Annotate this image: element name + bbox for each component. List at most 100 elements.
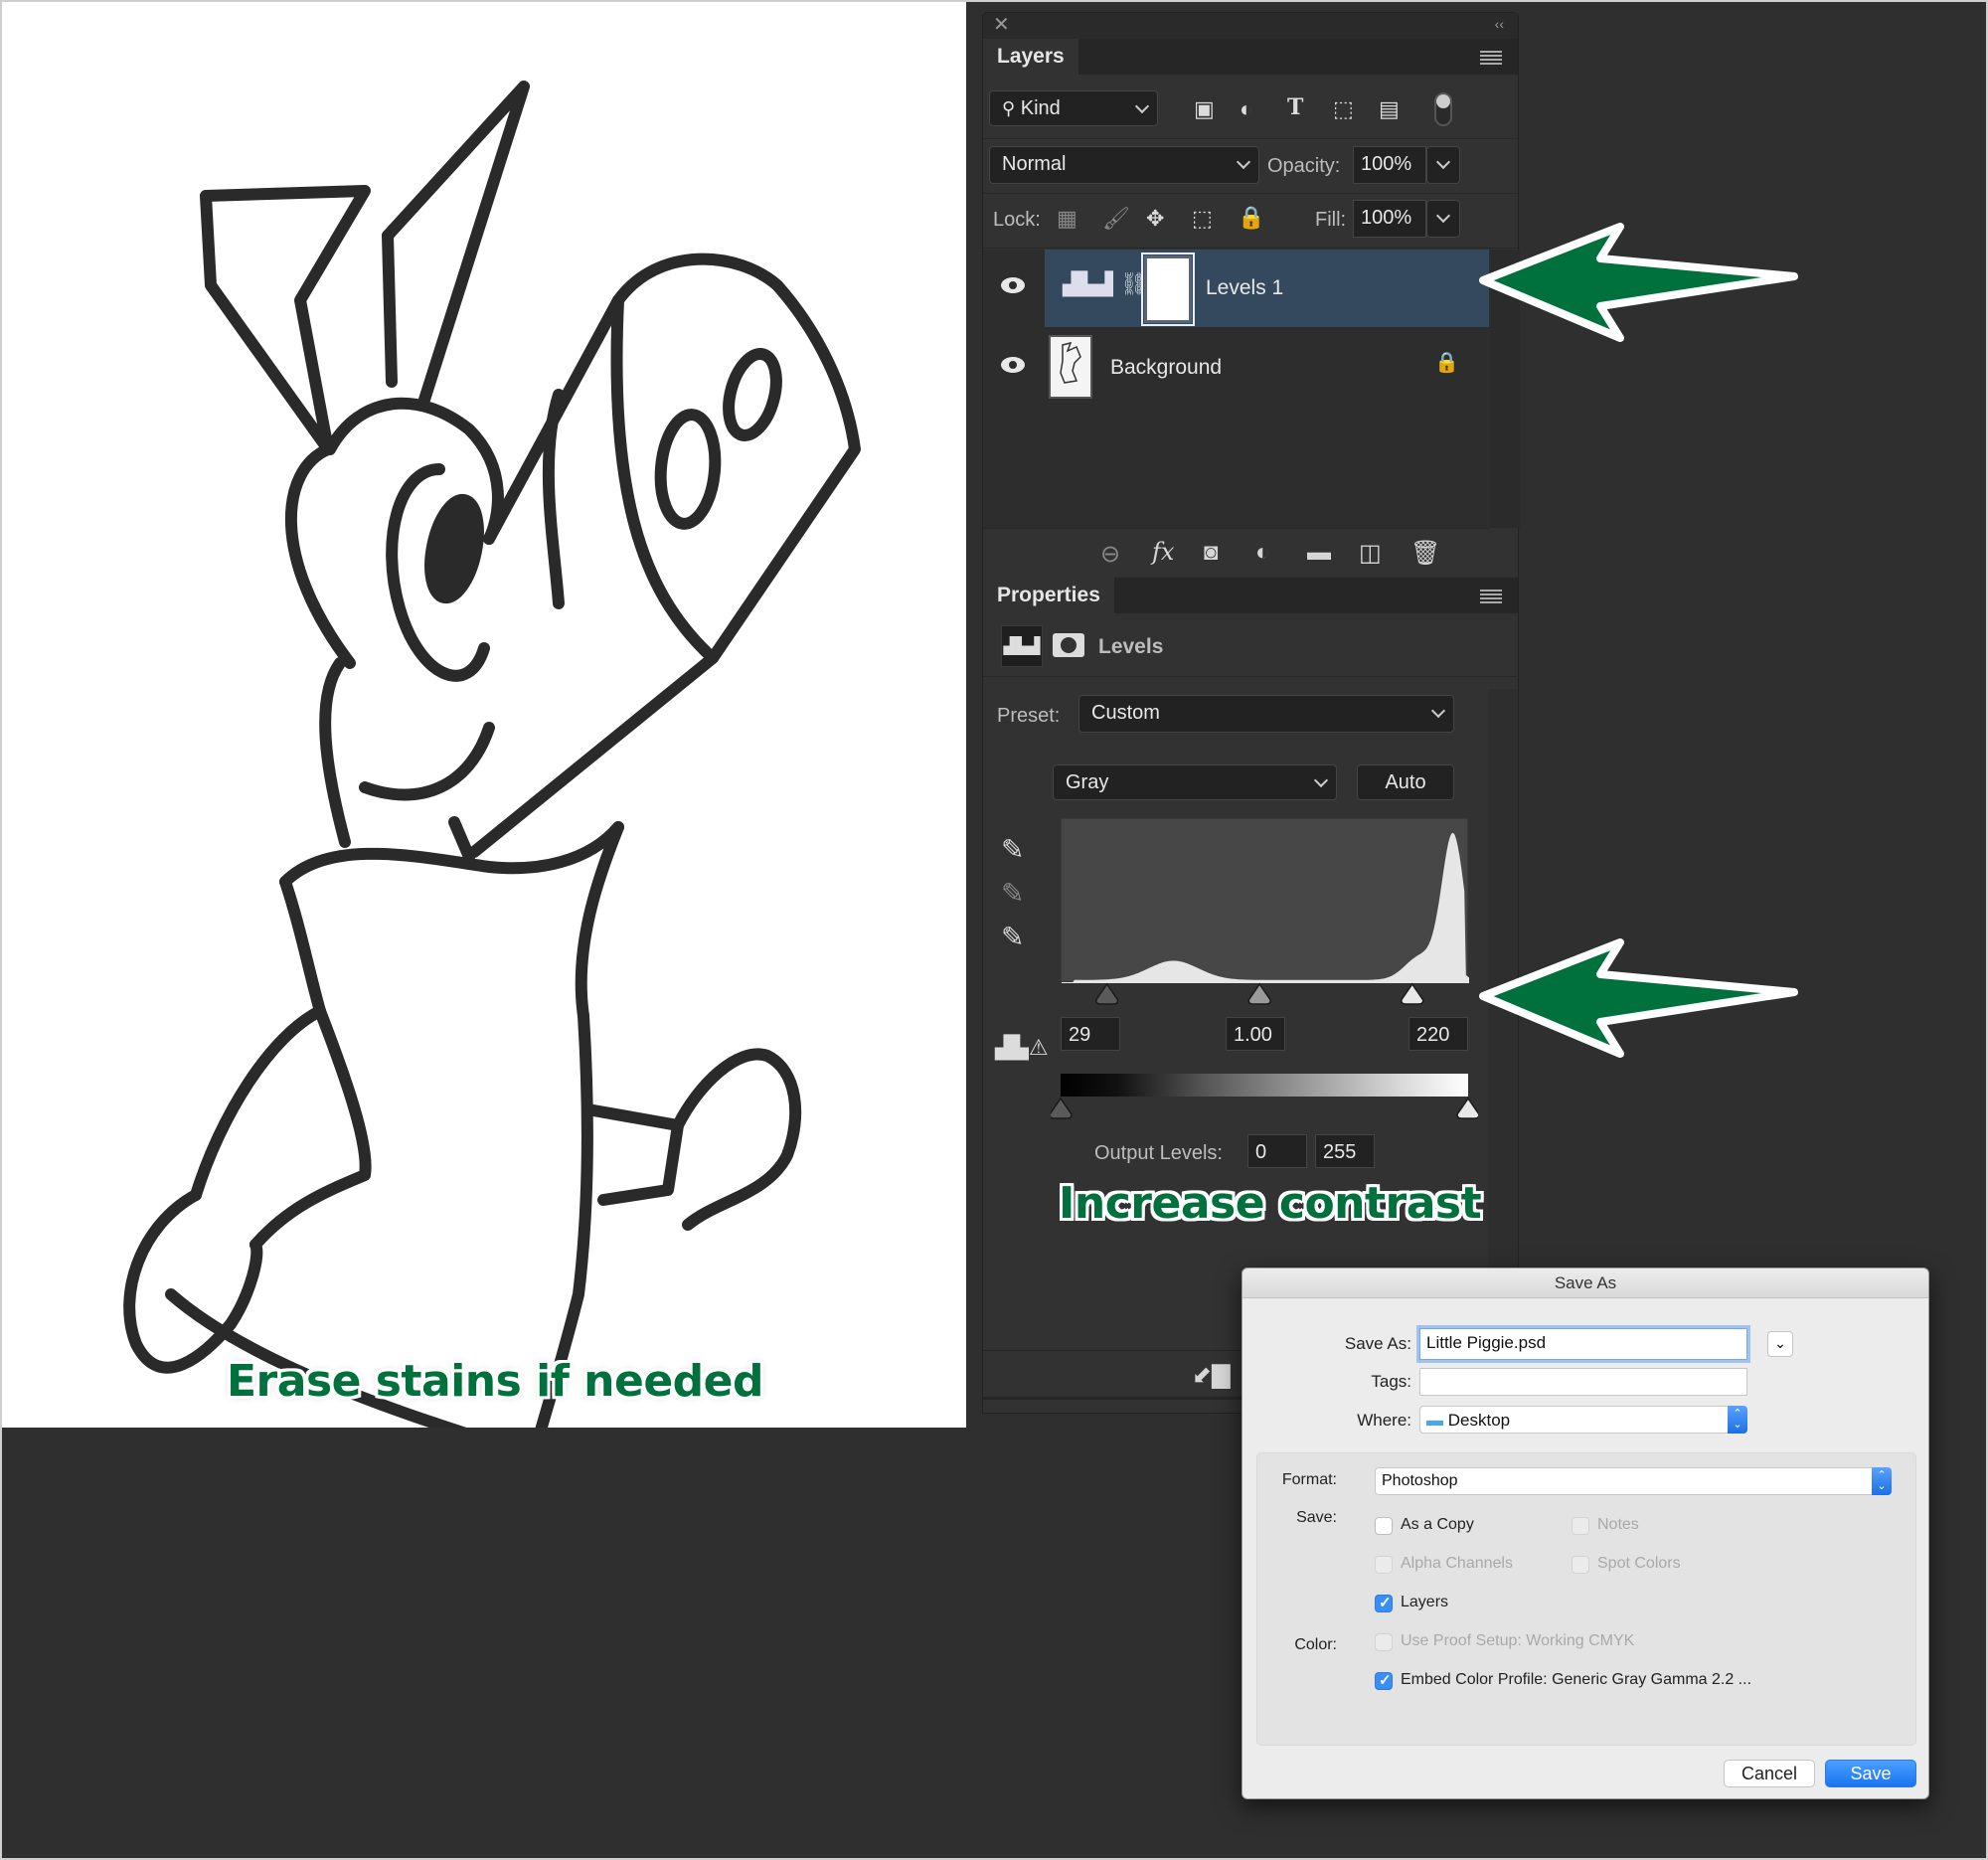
alpha-channels-checkbox[interactable] [1375, 1556, 1393, 1574]
properties-tabbar: Properties [983, 578, 1518, 613]
white-output-slider[interactable] [1456, 1097, 1478, 1119]
layer-row-levels-1[interactable]: ▟▙▟ ⛓ Levels 1 [983, 250, 1489, 327]
layers-list: ▟▙▟ ⛓ Levels 1 Background 🔒 [983, 250, 1520, 528]
save-options-box: Format: Photoshop ⌃ ⌄ Save: Color: As a C… [1256, 1452, 1916, 1746]
input-white-field[interactable]: 220 [1408, 1017, 1468, 1051]
fill-dropdown[interactable] [1426, 200, 1460, 238]
lock-position-icon[interactable]: ✥ [1146, 208, 1164, 230]
auto-button[interactable]: Auto [1357, 764, 1454, 800]
layers-checkbox[interactable] [1375, 1594, 1393, 1612]
histogram-area [1062, 832, 1469, 983]
tab-properties[interactable]: Properties [983, 578, 1114, 613]
input-black-field[interactable]: 29 [1061, 1017, 1120, 1051]
lock-artboard-icon[interactable]: ⬚ [1192, 208, 1213, 230]
where-label: Where: [1357, 1411, 1411, 1430]
visibility-eye-icon[interactable] [1001, 277, 1025, 293]
fill-input[interactable]: 100% [1353, 200, 1426, 238]
right-ear-outer [382, 81, 530, 406]
caption-erase-stains: Erase stains if needed [227, 1356, 764, 1407]
properties-panel-menu-icon[interactable] [1480, 590, 1502, 603]
snout [610, 253, 861, 664]
layers-panel-menu-icon[interactable] [1480, 51, 1502, 65]
type-filter-icon[interactable]: T [1287, 96, 1303, 118]
cancel-button[interactable]: Cancel [1724, 1760, 1815, 1787]
tags-label: Tags: [1371, 1372, 1411, 1391]
adjustment-title: Levels [1098, 635, 1164, 658]
embed-color-profile-label: Embed Color Profile: Generic Gray Gamma … [1401, 1671, 1752, 1688]
fx-icon[interactable]: fx [1152, 538, 1174, 566]
save-as-dialog: Save As Save As: Little Piggie.psd ⌄ Tag… [1242, 1268, 1929, 1799]
black-output-slider[interactable] [1051, 1097, 1073, 1119]
layer-mask-thumbnail[interactable] [1141, 253, 1195, 326]
collapse-panel-icon[interactable]: ‹‹ [1495, 17, 1504, 31]
levels-histogram [1061, 818, 1469, 983]
clipping-warning-icon[interactable]: ▟▙⚠ [995, 1037, 1049, 1059]
alpha-channels-label: Alpha Channels [1401, 1555, 1513, 1572]
white-point-eyedropper-icon[interactable]: ✎ [1001, 924, 1024, 951]
new-group-icon[interactable]: ▬ [1307, 539, 1331, 567]
document-canvas[interactable]: Erase stains if needed [2, 2, 966, 1428]
as-a-copy-checkbox[interactable] [1375, 1517, 1393, 1535]
format-label: Format: [1281, 1471, 1337, 1488]
smart-object-filter-icon[interactable]: ▤ [1379, 98, 1400, 120]
save-button[interactable]: Save [1825, 1760, 1916, 1787]
levels-adjustment-icon: ▟▙▟ [1001, 625, 1043, 667]
layer-row-background[interactable]: Background 🔒 [983, 329, 1489, 407]
tab-layers[interactable]: Layers [983, 39, 1078, 75]
photoshop-panel-dock: ✕ ‹‹ Layers ⚲ Kind ▣ ◐ T ⬚ ▤ Normal Opac… [982, 12, 1520, 1414]
output-level-sliders [1051, 1097, 1478, 1119]
tags-input[interactable] [1419, 1368, 1747, 1396]
new-adjustment-icon[interactable]: ◐ [1255, 539, 1270, 567]
notes-checkbox[interactable] [1572, 1517, 1589, 1535]
preset-select[interactable]: Custom [1078, 695, 1454, 733]
histogram-graph [1062, 832, 1469, 983]
panel-topbar: ✕ ‹‹ [983, 13, 1518, 39]
where-select[interactable]: ▬ Desktop ⌃ ⌄ [1419, 1406, 1747, 1434]
black-point-eyedropper-icon[interactable]: ✎ [1001, 836, 1024, 864]
background-layer-thumbnail [1049, 335, 1092, 399]
blend-mode-select[interactable]: Normal [989, 146, 1259, 184]
format-select[interactable]: Photoshop ⌃ ⌄ [1375, 1467, 1892, 1495]
gamma-input-slider[interactable] [1247, 982, 1271, 1005]
output-black-field[interactable]: 0 [1247, 1134, 1307, 1168]
white-input-slider[interactable] [1400, 982, 1424, 1005]
shape-filter-icon[interactable]: ⬚ [1333, 98, 1354, 120]
opacity-input[interactable]: 100% [1353, 146, 1426, 184]
gray-point-eyedropper-icon[interactable]: ✎ [1001, 880, 1024, 908]
nostril-1 [723, 348, 782, 441]
nostril-2 [654, 409, 722, 530]
filename-input[interactable]: Little Piggie.psd [1419, 1328, 1747, 1360]
pupil [424, 493, 484, 604]
channel-select[interactable]: Gray [1053, 764, 1337, 800]
properties-header: ▟▙▟ Levels [983, 613, 1520, 677]
adjustment-filter-icon[interactable]: ◐ [1240, 98, 1252, 120]
new-layer-icon[interactable]: ◫ [1359, 539, 1382, 568]
clip-to-layer-icon[interactable]: ⬋▇ [1192, 1361, 1231, 1390]
link-layers-icon[interactable]: ⊖ [1100, 540, 1120, 569]
annotation-arrow-histogram [1479, 938, 1798, 1058]
lock-all-icon[interactable]: 🔒 [1238, 207, 1264, 229]
filter-toggle[interactable] [1434, 92, 1452, 126]
save-as-label: Save As: [1344, 1334, 1411, 1353]
embed-color-profile-checkbox[interactable] [1375, 1671, 1393, 1690]
opacity-dropdown[interactable] [1426, 146, 1460, 184]
lock-label: Lock: [993, 209, 1041, 231]
layer-name: Levels 1 [1206, 276, 1284, 299]
mask-icon[interactable] [1053, 633, 1084, 657]
visibility-eye-icon[interactable] [1001, 357, 1025, 373]
lock-transparent-pixels-icon[interactable]: ▦ [1057, 208, 1077, 230]
use-proof-setup-checkbox[interactable] [1375, 1633, 1393, 1651]
output-white-field[interactable]: 255 [1315, 1134, 1375, 1168]
black-input-slider[interactable] [1094, 982, 1119, 1005]
lock-image-pixels-icon[interactable]: 🖌 [1102, 208, 1130, 230]
layer-filter-kind-select[interactable]: ⚲ Kind [989, 90, 1158, 126]
annotation-arrow-layers [1479, 223, 1798, 342]
image-filter-icon[interactable]: ▣ [1194, 98, 1215, 120]
delete-layer-icon[interactable]: 🗑 [1410, 539, 1440, 568]
add-mask-icon[interactable]: ◙ [1204, 539, 1219, 567]
save-options-label: Save: [1296, 1509, 1337, 1526]
expand-dialog-button[interactable]: ⌄ [1767, 1331, 1793, 1357]
close-panel-icon[interactable]: ✕ [993, 15, 1010, 35]
spot-colors-checkbox[interactable] [1572, 1556, 1589, 1574]
input-gamma-field[interactable]: 1.00 [1226, 1017, 1285, 1051]
